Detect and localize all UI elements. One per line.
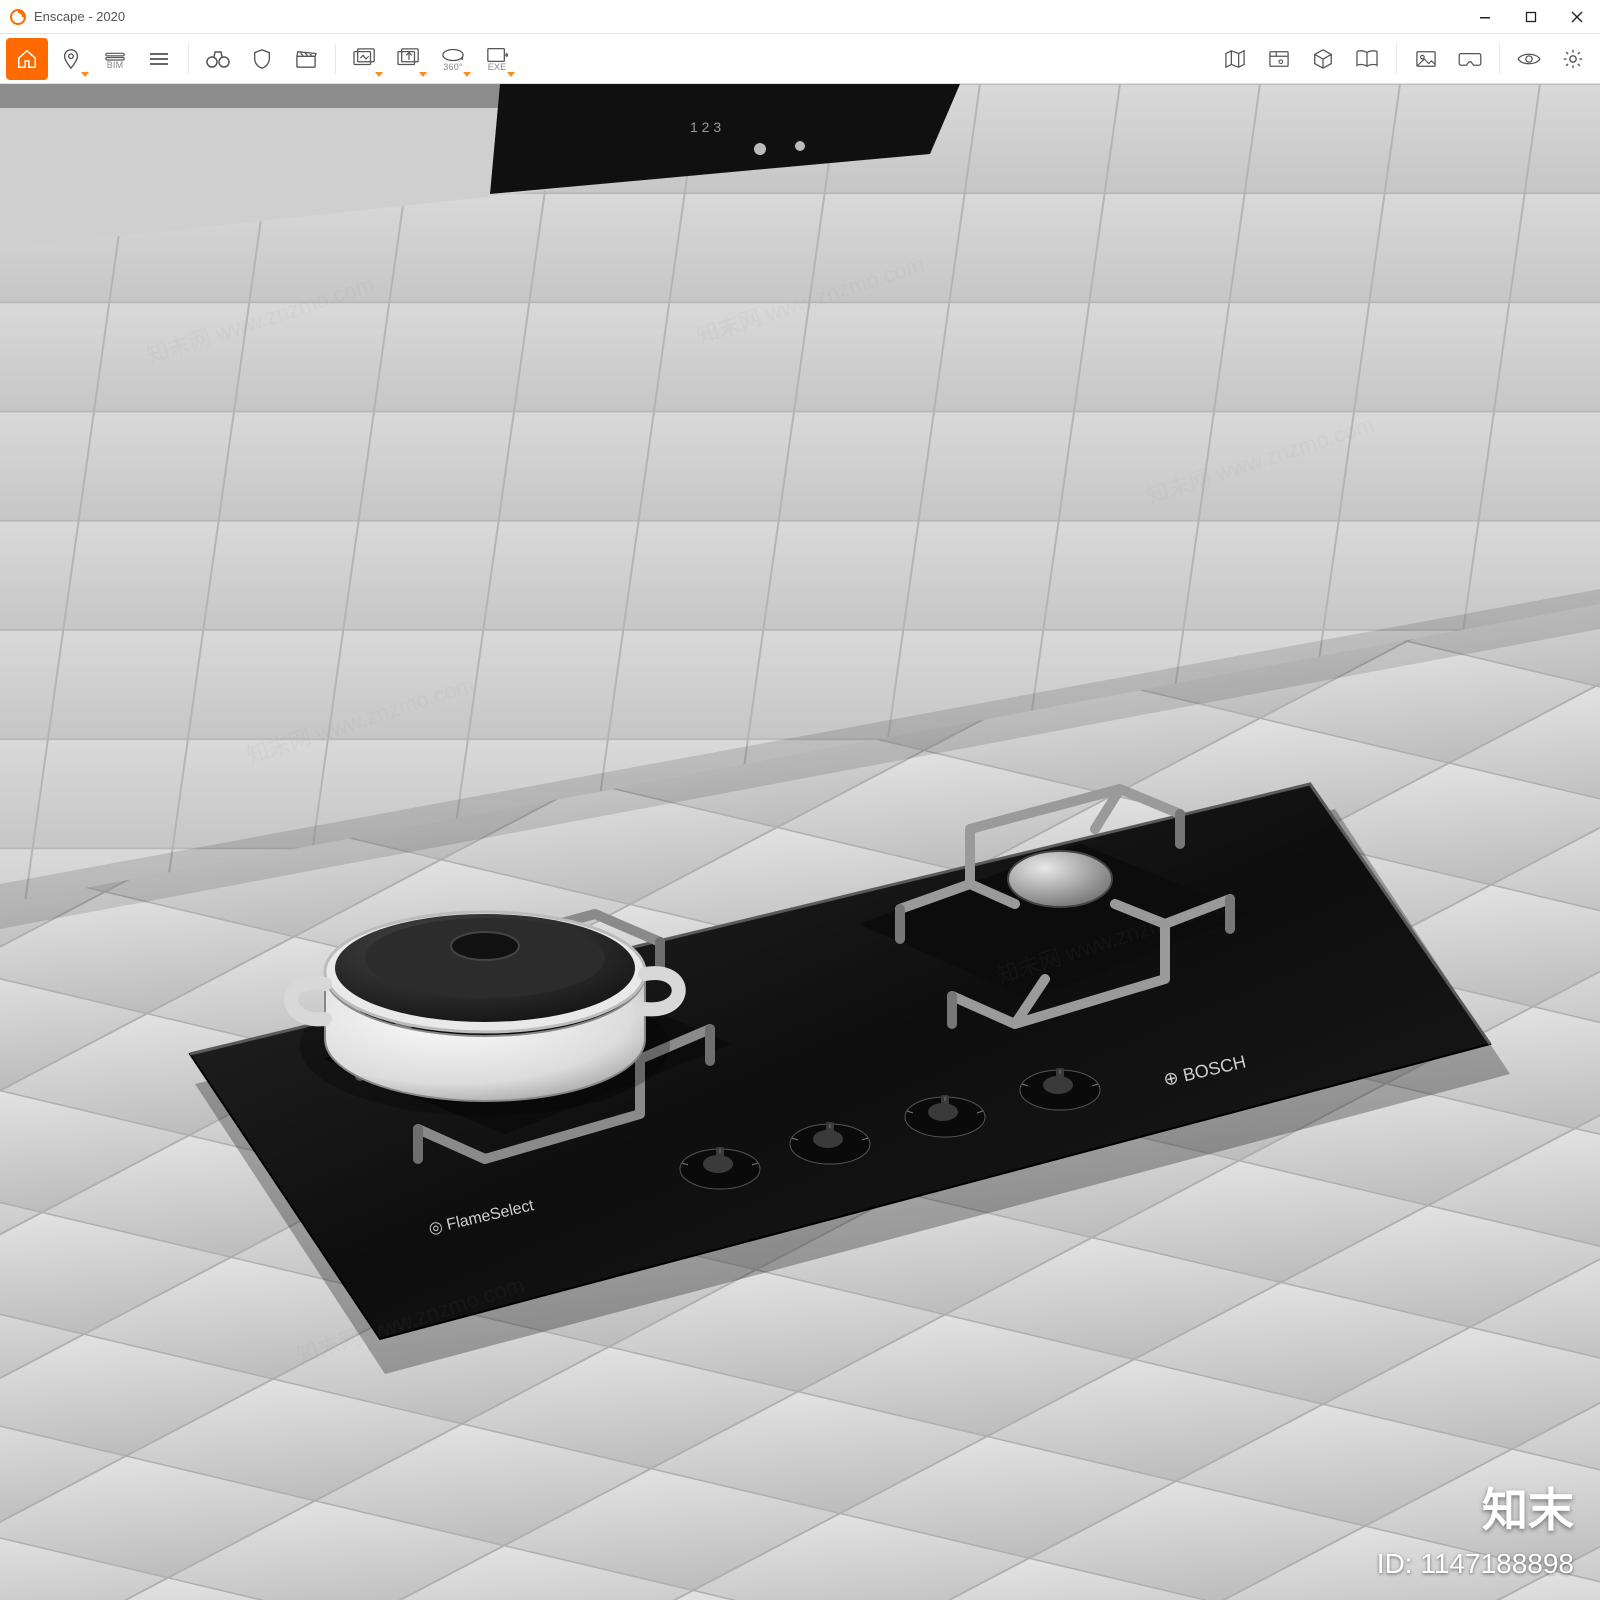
toolbar-left: BIM — [6, 38, 518, 80]
toolbar: BIM — [0, 34, 1600, 84]
vr-headset-icon — [1458, 50, 1482, 68]
bim-button[interactable]: BIM — [94, 38, 136, 80]
eye-icon — [1517, 50, 1541, 68]
toolbar-separator — [1396, 44, 1397, 74]
close-button[interactable] — [1554, 0, 1600, 34]
cube-button[interactable] — [1302, 38, 1344, 80]
chevron-down-icon — [81, 72, 89, 77]
open-book-icon — [1355, 49, 1379, 69]
asset-library-icon — [1268, 49, 1290, 69]
presentation-button[interactable] — [241, 38, 283, 80]
titlebar-left: Enscape - 2020 — [10, 9, 125, 25]
chevron-down-icon — [507, 72, 515, 77]
binoculars-button[interactable] — [197, 38, 239, 80]
asset-library-button[interactable] — [1258, 38, 1300, 80]
menu-button[interactable] — [138, 38, 180, 80]
settings-button[interactable] — [1552, 38, 1594, 80]
maximize-button[interactable] — [1508, 0, 1554, 34]
batch-upload-icon — [397, 48, 421, 70]
window-controls — [1462, 0, 1600, 33]
scene-render: 1 2 3 — [0, 84, 1600, 1600]
batch-render-icon — [353, 48, 377, 70]
home-icon — [16, 48, 38, 70]
image-icon — [1415, 49, 1437, 69]
chevron-down-icon — [375, 72, 383, 77]
visual-settings-button[interactable] — [1508, 38, 1550, 80]
chevron-down-icon — [463, 72, 471, 77]
bim-label: BIM — [107, 60, 124, 70]
enscape-logo-icon — [10, 9, 26, 25]
app-window: Enscape - 2020 BIM — [0, 0, 1600, 1600]
shield-icon — [251, 48, 273, 70]
pano-label: 360° — [443, 62, 462, 72]
toolbar-separator — [1499, 44, 1500, 74]
pano-360-button[interactable]: 360° — [432, 38, 474, 80]
cooking-pot — [291, 912, 679, 1116]
map-button[interactable] — [1214, 38, 1256, 80]
minimize-button[interactable] — [1462, 0, 1508, 34]
map-icon — [1224, 49, 1246, 69]
gear-icon — [1562, 48, 1584, 70]
map-pin-icon — [60, 48, 82, 70]
clapperboard-icon — [295, 49, 317, 69]
favorite-view-button[interactable] — [50, 38, 92, 80]
cube-icon — [1312, 48, 1334, 70]
binoculars-icon — [206, 49, 230, 69]
toolbar-right — [1214, 38, 1594, 80]
home-button[interactable] — [6, 38, 48, 80]
video-button[interactable] — [285, 38, 327, 80]
image-button[interactable] — [1405, 38, 1447, 80]
book-button[interactable] — [1346, 38, 1388, 80]
toolbar-separator — [335, 44, 336, 74]
render-viewport[interactable]: ▾ — [0, 84, 1600, 1600]
titlebar: Enscape - 2020 — [0, 0, 1600, 34]
chevron-down-icon — [419, 72, 427, 77]
toolbar-separator — [188, 44, 189, 74]
batch-upload-button[interactable] — [388, 38, 430, 80]
vr-button[interactable] — [1449, 38, 1491, 80]
exe-label: EXE — [488, 62, 507, 72]
svg-text:1 2 3: 1 2 3 — [690, 119, 721, 135]
window-title: Enscape - 2020 — [34, 9, 125, 24]
batch-render-button[interactable] — [344, 38, 386, 80]
hamburger-icon — [150, 53, 168, 65]
export-exe-button[interactable]: EXE — [476, 38, 518, 80]
